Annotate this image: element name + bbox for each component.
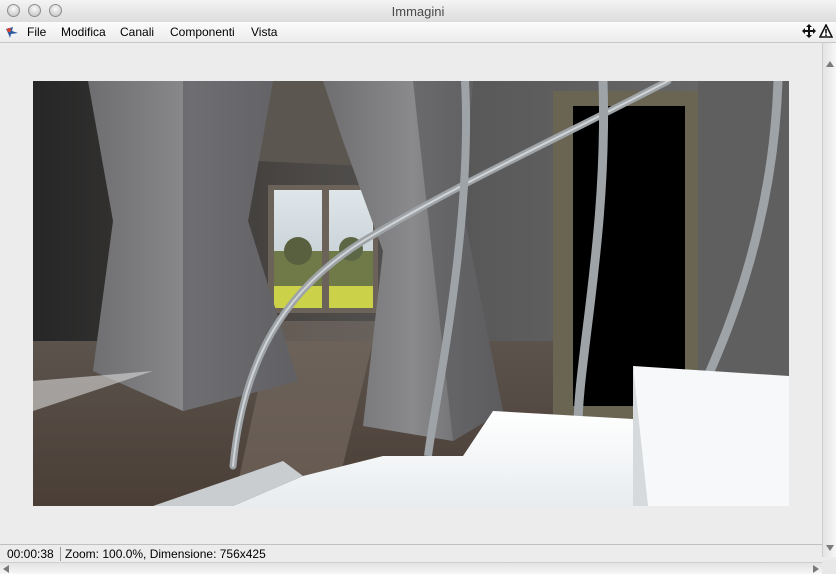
status-divider (60, 547, 61, 561)
status-bar: 00:00:38 Zoom: 100.0%, Dimensione: 756x4… (0, 544, 822, 563)
zoom-dimension-info: Zoom: 100.0%, Dimensione: 756x425 (65, 547, 266, 561)
vertical-scrollbar[interactable] (822, 43, 836, 557)
menu-vista[interactable]: Vista (251, 25, 277, 39)
scroll-down-arrow-icon[interactable] (826, 545, 834, 551)
toolbar-right (801, 23, 834, 41)
window-title: Immagini (391, 4, 445, 19)
resize-grip[interactable] (822, 560, 836, 574)
image-viewer-window: Immagini File Modifica Canali Componenti… (0, 0, 836, 574)
title-bar: Immagini (0, 0, 836, 23)
scroll-left-arrow-icon[interactable] (3, 565, 9, 573)
menu-file[interactable]: File (27, 25, 46, 39)
menu-componenti[interactable]: Componenti (170, 25, 235, 39)
warning-triangle-icon[interactable] (818, 23, 834, 38)
scroll-right-arrow-icon[interactable] (813, 565, 819, 573)
menu-canali[interactable]: Canali (120, 25, 154, 39)
menu-bar: File Modifica Canali Componenti Vista (0, 22, 836, 43)
move-icon[interactable] (801, 24, 816, 38)
interior-render-image (33, 81, 789, 506)
horizontal-scrollbar[interactable] (0, 562, 822, 574)
menu-modifica[interactable]: Modifica (61, 25, 106, 39)
render-time: 00:00:38 (7, 547, 54, 561)
scroll-up-arrow-icon[interactable] (826, 61, 834, 67)
cinema4d-render-icon[interactable] (4, 24, 20, 40)
